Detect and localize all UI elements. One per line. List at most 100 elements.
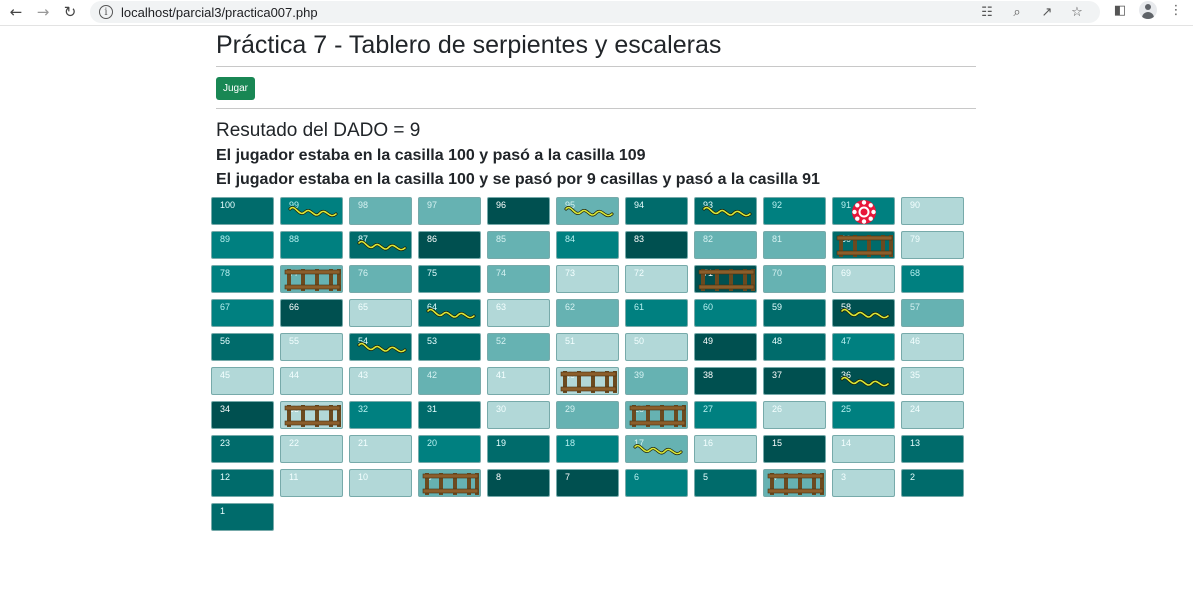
cell-number: 88 xyxy=(289,234,300,244)
cell-number: 37 xyxy=(772,370,783,380)
board-cell-75: 75 xyxy=(418,265,481,293)
cell-number: 64 xyxy=(427,302,438,312)
cell-number: 67 xyxy=(220,302,231,312)
board-cell-31: 31 xyxy=(418,401,481,429)
board-cell-21: 21 xyxy=(349,435,412,463)
board-cell-97: 97 xyxy=(418,197,481,225)
cell-number: 47 xyxy=(841,336,852,346)
cell-number: 89 xyxy=(220,234,231,244)
cell-number: 72 xyxy=(634,268,645,278)
cell-number: 90 xyxy=(910,200,921,210)
menu-kebab-icon[interactable]: ⋮ xyxy=(1167,1,1185,19)
board-cell-34: 34 xyxy=(211,401,274,429)
cell-number: 30 xyxy=(496,404,507,414)
cell-number: 50 xyxy=(634,336,645,346)
board-cell-45: 45 xyxy=(211,367,274,395)
translate-icon[interactable]: ☷ xyxy=(978,3,996,21)
board-cell-77: 77 xyxy=(280,265,343,293)
board-cell-38: 38 xyxy=(694,367,757,395)
board-cell-89: 89 xyxy=(211,231,274,259)
board-cell-27: 27 xyxy=(694,401,757,429)
board-cell-55: 55 xyxy=(280,333,343,361)
back-icon[interactable]: ← xyxy=(5,1,27,23)
cell-number: 44 xyxy=(289,370,300,380)
cell-number: 16 xyxy=(703,438,714,448)
side-panel-icon[interactable]: ◧ xyxy=(1111,1,1129,19)
zoom-icon[interactable]: ⌕ xyxy=(1008,3,1026,21)
board-cell-73: 73 xyxy=(556,265,619,293)
board-cell-28: 28 xyxy=(625,401,688,429)
cell-number: 1 xyxy=(220,506,226,516)
divider-top xyxy=(216,66,976,67)
board-cell-16: 16 xyxy=(694,435,757,463)
cell-number: 15 xyxy=(772,438,783,448)
reload-icon[interactable]: ↻ xyxy=(59,1,81,23)
cell-number: 81 xyxy=(772,234,783,244)
cell-number: 20 xyxy=(427,438,438,448)
board-cell-65: 65 xyxy=(349,299,412,327)
cell-number: 12 xyxy=(220,472,231,482)
cell-number: 18 xyxy=(565,438,576,448)
cell-number: 68 xyxy=(910,268,921,278)
cell-number: 74 xyxy=(496,268,507,278)
board-cell-47: 47 xyxy=(832,333,895,361)
board-cell-91: 91 xyxy=(832,197,895,225)
cell-number: 48 xyxy=(772,336,783,346)
board-cell-6: 6 xyxy=(625,469,688,497)
cell-number: 87 xyxy=(358,234,369,244)
board-cell-66: 66 xyxy=(280,299,343,327)
bookmark-star-icon[interactable]: ☆ xyxy=(1068,3,1086,21)
board-cell-87: 87 xyxy=(349,231,412,259)
site-info-icon[interactable]: i xyxy=(99,5,113,19)
board-cell-30: 30 xyxy=(487,401,550,429)
cell-number: 93 xyxy=(703,200,714,210)
cell-number: 63 xyxy=(496,302,507,312)
cell-number: 75 xyxy=(427,268,438,278)
move-message-1: El jugador estaba en la casilla 100 y pa… xyxy=(216,147,646,164)
cell-number: 84 xyxy=(565,234,576,244)
board-cell-95: 95 xyxy=(556,197,619,225)
cell-number: 4 xyxy=(772,472,778,482)
board-cell-3: 3 xyxy=(832,469,895,497)
board-cell-29: 29 xyxy=(556,401,619,429)
cell-number: 53 xyxy=(427,336,438,346)
cell-number: 94 xyxy=(634,200,645,210)
board-cell-78: 78 xyxy=(211,265,274,293)
board-cell-98: 98 xyxy=(349,197,412,225)
share-icon[interactable]: ↗ xyxy=(1038,3,1056,21)
cell-number: 24 xyxy=(910,404,921,414)
cell-number: 28 xyxy=(634,404,645,414)
board-cell-100: 100 xyxy=(211,197,274,225)
cell-number: 35 xyxy=(910,370,921,380)
cell-number: 27 xyxy=(703,404,714,414)
play-button[interactable]: Jugar xyxy=(216,77,256,100)
cell-number: 17 xyxy=(634,438,645,448)
move-message-2: El jugador estaba en la casilla 100 y se… xyxy=(216,171,820,188)
cell-number: 98 xyxy=(358,200,369,210)
cell-number: 39 xyxy=(634,370,645,380)
board-cell-14: 14 xyxy=(832,435,895,463)
cell-number: 58 xyxy=(841,302,852,312)
board-cell-35: 35 xyxy=(901,367,964,395)
board-cell-54: 54 xyxy=(349,333,412,361)
board-cell-81: 81 xyxy=(763,231,826,259)
address-bar[interactable]: i localhost/parcial3/practica007.php ☷ ⌕… xyxy=(90,1,1100,23)
cell-number: 71 xyxy=(703,268,714,278)
board-cell-80: 80 xyxy=(832,231,895,259)
board-cell-41: 41 xyxy=(487,367,550,395)
cell-number: 11 xyxy=(289,472,299,482)
board-cell-83: 83 xyxy=(625,231,688,259)
cell-number: 91 xyxy=(841,200,852,210)
cell-number: 85 xyxy=(496,234,507,244)
board-cell-62: 62 xyxy=(556,299,619,327)
board-cell-61: 61 xyxy=(625,299,688,327)
cell-number: 86 xyxy=(427,234,438,244)
forward-icon[interactable]: → xyxy=(32,1,54,23)
board-cell-22: 22 xyxy=(280,435,343,463)
cell-number: 38 xyxy=(703,370,714,380)
board-cell-17: 17 xyxy=(625,435,688,463)
profile-avatar-icon[interactable] xyxy=(1139,1,1157,19)
cell-number: 96 xyxy=(496,200,507,210)
cell-number: 73 xyxy=(565,268,576,278)
board-cell-44: 44 xyxy=(280,367,343,395)
